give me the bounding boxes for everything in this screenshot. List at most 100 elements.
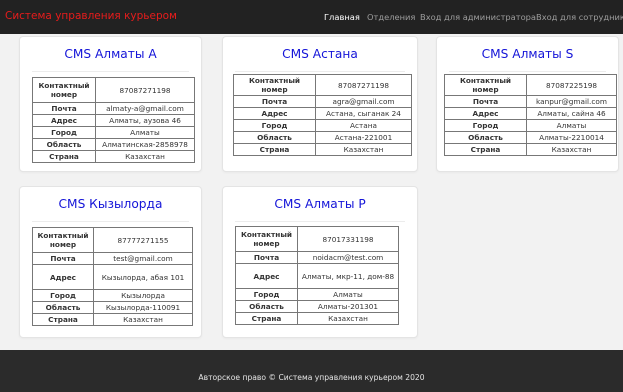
table-row: Контактный номер 87087271198 (32, 77, 195, 103)
contact-value: 87777271155 (93, 227, 193, 253)
table-row: Страна Казахстан (233, 143, 412, 156)
table-row: Область Астана-221001 (233, 131, 412, 144)
email-label: Почта (444, 95, 527, 108)
address-label: Адрес (444, 107, 527, 120)
city-value: Кызылорда (93, 289, 193, 302)
email-value: noidacm@test.com (297, 251, 399, 264)
table-row: Адрес Астана, сыганак 24 (233, 107, 412, 120)
office-title: CMS Астана (282, 47, 358, 61)
city-label: Город (444, 119, 527, 132)
table-row: Адрес Алматы, аузова 46 (32, 114, 195, 127)
region-value: Кызылорда-110091 (93, 301, 193, 314)
table-row: Адрес Алматы, мкр-11, дом-88 (235, 263, 399, 289)
table-row: Контактный номер 87017331198 (235, 226, 399, 252)
title-divider (32, 221, 189, 222)
country-label: Страна (444, 143, 527, 156)
city-label: Город (233, 119, 316, 132)
region-label: Область (235, 300, 298, 313)
table-row: Страна Казахстан (32, 313, 193, 326)
table-row: Контактный номер 87777271155 (32, 227, 193, 253)
table-row: Контактный номер 87087271198 (233, 74, 412, 96)
contact-value: 87087271198 (315, 74, 412, 96)
email-value: test@gmail.com (93, 252, 193, 265)
office-card: CMS Алматы A Контактный номер 87087271198… (19, 36, 202, 172)
email-value: kanpur@gmail.com (526, 95, 617, 108)
table-row: Адрес Алматы, сайна 46 (444, 107, 617, 120)
address-label: Адрес (233, 107, 316, 120)
country-label: Страна (32, 150, 96, 163)
table-row: Почта kanpur@gmail.com (444, 95, 617, 108)
title-divider (235, 221, 405, 222)
email-value: agra@gmail.com (315, 95, 412, 108)
office-title: CMS Алматы P (274, 197, 366, 211)
office-card: CMS Алматы S Контактный номер 87087225198… (436, 36, 619, 172)
contact-label: Контактный номер (235, 226, 298, 252)
address-label: Адрес (235, 263, 298, 289)
nav-link-staff-login[interactable]: Вход для сотрудников (536, 12, 623, 22)
table-row: Город Кызылорда (32, 289, 193, 302)
contact-label: Контактный номер (233, 74, 316, 96)
office-card: CMS Алматы P Контактный номер 87017331198… (222, 186, 418, 338)
table-row: Город Алматы (444, 119, 617, 132)
table-row: Контактный номер 87087225198 (444, 74, 617, 96)
city-value: Алматы (526, 119, 617, 132)
region-label: Область (444, 131, 527, 144)
contact-label: Контактный номер (32, 77, 96, 103)
nav-link-home[interactable]: Главная (324, 12, 360, 22)
country-value: Казахстан (526, 143, 617, 156)
copyright-text: Авторское право © Система управления кур… (198, 373, 425, 382)
table-row: Почта almaty-a@gmail.com (32, 102, 195, 115)
nav-link-admin-login[interactable]: Вход для администратора (420, 12, 536, 22)
table-row: Почта noidacm@test.com (235, 251, 399, 264)
table-row: Страна Казахстан (235, 312, 399, 325)
region-value: Алматинская-2858978 (95, 138, 195, 151)
contact-value: 87087225198 (526, 74, 617, 96)
brand-logo-text[interactable]: Система управления курьером (5, 10, 177, 22)
contact-label: Контактный номер (444, 74, 527, 96)
city-value: Астана (315, 119, 412, 132)
city-label: Город (235, 288, 298, 301)
table-row: Область Алматинская-2858978 (32, 138, 195, 151)
table-row: Область Алматы-201301 (235, 300, 399, 313)
country-value: Казахстан (95, 150, 195, 163)
nav-link-offices[interactable]: Отделения (367, 12, 415, 22)
region-value: Алматы-2210014 (526, 131, 617, 144)
office-info-table: Контактный номер 87777271155 Почта test@gm… (32, 227, 193, 326)
address-label: Адрес (32, 264, 94, 290)
office-title: CMS Кызылорда (58, 197, 163, 211)
email-label: Почта (233, 95, 316, 108)
table-row: Город Алматы (32, 126, 195, 139)
office-card: CMS Кызылорда Контактный номер 8777727115… (19, 186, 202, 338)
office-info-table: Контактный номер 87087225198 Почта kanpur@… (444, 74, 617, 156)
region-value: Алматы-201301 (297, 300, 399, 313)
table-row: Почта test@gmail.com (32, 252, 193, 265)
country-value: Казахстан (315, 143, 412, 156)
city-label: Город (32, 289, 94, 302)
contact-value: 87087271198 (95, 77, 195, 103)
page-footer: Авторское право © Система управления кур… (0, 350, 623, 392)
country-label: Страна (235, 312, 298, 325)
office-title: CMS Алматы A (64, 47, 157, 61)
contact-label: Контактный номер (32, 227, 94, 253)
office-title: CMS Алматы S (481, 47, 574, 61)
email-label: Почта (235, 251, 298, 264)
title-divider (449, 71, 606, 72)
city-value: Алматы (95, 126, 195, 139)
address-value: Астана, сыганак 24 (315, 107, 412, 120)
contact-value: 87017331198 (297, 226, 399, 252)
table-row: Город Астана (233, 119, 412, 132)
table-row: Страна Казахстан (32, 150, 195, 163)
email-label: Почта (32, 102, 96, 115)
address-value: Алматы, мкр-11, дом-88 (297, 263, 399, 289)
office-info-table: Контактный номер 87087271198 Почта agra@gm… (233, 74, 412, 156)
office-info-table: Контактный номер 87017331198 Почта noidacm… (235, 226, 399, 325)
table-row: Адрес Кызылорда, абая 101 (32, 264, 193, 290)
title-divider (235, 71, 405, 72)
address-value: Кызылорда, абая 101 (93, 264, 193, 290)
office-card: CMS Астана Контактный номер 87087271198 П… (222, 36, 418, 172)
table-row: Город Алматы (235, 288, 399, 301)
title-divider (32, 71, 189, 72)
email-label: Почта (32, 252, 94, 265)
top-navbar: Система управления курьером Главная Отде… (0, 0, 623, 34)
country-value: Казахстан (297, 312, 399, 325)
